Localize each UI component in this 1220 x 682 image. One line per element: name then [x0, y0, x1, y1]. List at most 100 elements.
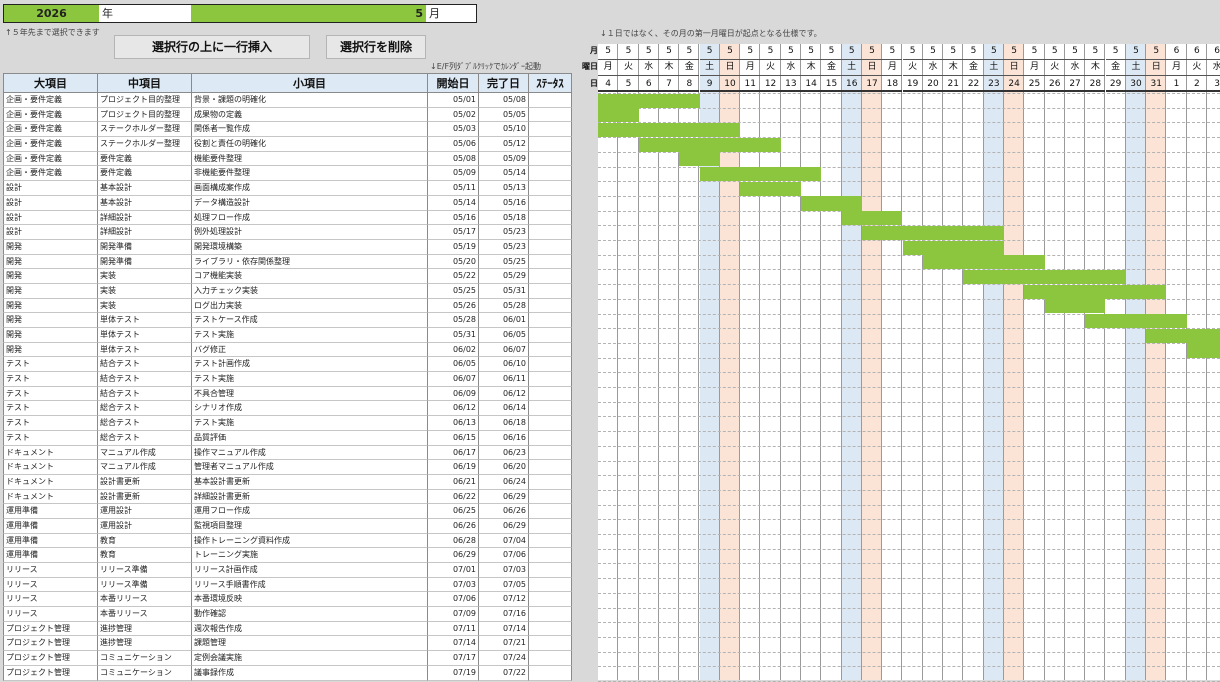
- cell-middle[interactable]: 総合テスト: [98, 430, 192, 446]
- cell-minor[interactable]: 画面構成案作成: [192, 181, 428, 196]
- cell-major[interactable]: 開発: [3, 254, 98, 270]
- cell-status[interactable]: [529, 665, 572, 681]
- cell-end[interactable]: 06/11: [479, 372, 529, 387]
- cell-middle[interactable]: 結合テスト: [98, 372, 192, 387]
- cell-start[interactable]: 06/25: [428, 504, 479, 519]
- cell-minor[interactable]: バグ修正: [192, 342, 428, 358]
- cell-middle[interactable]: 実装: [98, 283, 192, 299]
- cell-minor[interactable]: 機能要件整理: [192, 151, 428, 167]
- cell-status[interactable]: [529, 386, 572, 402]
- cell-status[interactable]: [529, 239, 572, 255]
- table-row[interactable]: ドキュメント 設計書更新 基本設計書更新 06/21 06/24: [3, 474, 572, 490]
- year-cell[interactable]: 2026: [3, 4, 100, 23]
- cell-start[interactable]: 06/29: [428, 548, 479, 563]
- cell-end[interactable]: 06/10: [479, 357, 529, 373]
- cell-minor[interactable]: 入力チェック実装: [192, 283, 428, 299]
- table-row[interactable]: 設計 基本設計 データ構造設計 05/14 05/16: [3, 195, 572, 211]
- cell-middle[interactable]: 教育: [98, 533, 192, 549]
- cell-end[interactable]: 06/16: [479, 430, 529, 446]
- table-row[interactable]: 開発 単体テスト テストケース作成 05/28 06/01: [3, 313, 572, 328]
- cell-major[interactable]: ドキュメント: [3, 445, 98, 461]
- cell-end[interactable]: 06/29: [479, 489, 529, 505]
- cell-middle[interactable]: 要件定義: [98, 151, 192, 167]
- cell-major[interactable]: リリース: [3, 577, 98, 593]
- table-row[interactable]: 企画・要件定義 ステークホルダー整理 関係者一覧作成 05/03 05/10: [3, 122, 572, 138]
- cell-major[interactable]: 開発: [3, 239, 98, 255]
- cell-status[interactable]: [529, 225, 572, 240]
- cell-start[interactable]: 05/08: [428, 151, 479, 167]
- cell-status[interactable]: [529, 563, 572, 578]
- cell-end[interactable]: 07/05: [479, 577, 529, 593]
- cell-middle[interactable]: 単体テスト: [98, 313, 192, 328]
- cell-status[interactable]: [529, 416, 572, 431]
- cell-major[interactable]: 運用準備: [3, 504, 98, 519]
- cell-minor[interactable]: 関係者一覧作成: [192, 122, 428, 138]
- cell-start[interactable]: 06/28: [428, 533, 479, 549]
- cell-end[interactable]: 07/21: [479, 636, 529, 652]
- cell-middle[interactable]: ステークホルダー整理: [98, 137, 192, 152]
- cell-status[interactable]: [529, 445, 572, 461]
- cell-status[interactable]: [529, 357, 572, 373]
- cell-status[interactable]: [529, 636, 572, 652]
- cell-start[interactable]: 05/19: [428, 239, 479, 255]
- cell-middle[interactable]: 設計書更新: [98, 474, 192, 490]
- cell-end[interactable]: 05/10: [479, 122, 529, 138]
- cell-start[interactable]: 06/02: [428, 342, 479, 358]
- cell-major[interactable]: 企画・要件定義: [3, 93, 98, 108]
- cell-status[interactable]: [529, 166, 572, 182]
- cell-minor[interactable]: 成果物の定義: [192, 107, 428, 123]
- cell-status[interactable]: [529, 181, 572, 196]
- cell-major[interactable]: 開発: [3, 269, 98, 284]
- cell-middle[interactable]: 単体テスト: [98, 328, 192, 343]
- cell-major[interactable]: プロジェクト管理: [3, 665, 98, 681]
- cell-major[interactable]: 企画・要件定義: [3, 107, 98, 123]
- table-row[interactable]: 企画・要件定義 プロジェクト目的整理 背景・課題の明確化 05/01 05/08: [3, 93, 572, 108]
- cell-major[interactable]: 設計: [3, 225, 98, 240]
- cell-status[interactable]: [529, 489, 572, 505]
- cell-major[interactable]: 企画・要件定義: [3, 151, 98, 167]
- cell-minor[interactable]: 非機能要件整理: [192, 166, 428, 182]
- cell-middle[interactable]: 進捗管理: [98, 621, 192, 637]
- cell-status[interactable]: [529, 210, 572, 226]
- cell-end[interactable]: 06/12: [479, 386, 529, 402]
- cell-minor[interactable]: ログ出力実装: [192, 298, 428, 314]
- cell-minor[interactable]: 役割と責任の明確化: [192, 137, 428, 152]
- table-row[interactable]: 企画・要件定義 ステークホルダー整理 役割と責任の明確化 05/06 05/12: [3, 137, 572, 152]
- table-row[interactable]: テスト 総合テスト テスト実施 06/13 06/18: [3, 416, 572, 431]
- cell-major[interactable]: 運用準備: [3, 548, 98, 563]
- cell-major[interactable]: 開発: [3, 342, 98, 358]
- cell-middle[interactable]: 実装: [98, 269, 192, 284]
- table-row[interactable]: 企画・要件定義 要件定義 機能要件整理 05/08 05/09: [3, 151, 572, 167]
- cell-start[interactable]: 05/02: [428, 107, 479, 123]
- cell-middle[interactable]: マニュアル作成: [98, 460, 192, 475]
- table-row[interactable]: 開発 実装 入力チェック実装 05/25 05/31: [3, 283, 572, 299]
- cell-minor[interactable]: テスト計画作成: [192, 357, 428, 373]
- cell-end[interactable]: 05/25: [479, 254, 529, 270]
- cell-start[interactable]: 05/01: [428, 93, 479, 108]
- cell-major[interactable]: 設計: [3, 195, 98, 211]
- cell-start[interactable]: 06/12: [428, 401, 479, 417]
- cell-major[interactable]: 開発: [3, 298, 98, 314]
- cell-status[interactable]: [529, 107, 572, 123]
- cell-end[interactable]: 05/18: [479, 210, 529, 226]
- cell-start[interactable]: 07/01: [428, 563, 479, 578]
- cell-minor[interactable]: テスト実施: [192, 328, 428, 343]
- cell-status[interactable]: [529, 592, 572, 608]
- cell-minor[interactable]: 管理者マニュアル作成: [192, 460, 428, 475]
- cell-status[interactable]: [529, 254, 572, 270]
- cell-start[interactable]: 05/03: [428, 122, 479, 138]
- cell-middle[interactable]: リリース準備: [98, 563, 192, 578]
- cell-major[interactable]: 開発: [3, 328, 98, 343]
- table-row[interactable]: プロジェクト管理 コミュニケーション 議事録作成 07/19 07/22: [3, 665, 572, 681]
- cell-status[interactable]: [529, 577, 572, 593]
- cell-minor[interactable]: ライブラリ・依存関係整理: [192, 254, 428, 270]
- cell-end[interactable]: 05/28: [479, 298, 529, 314]
- table-row[interactable]: 企画・要件定義 要件定義 非機能要件整理 05/09 05/14: [3, 166, 572, 182]
- cell-minor[interactable]: 操作トレーニング資料作成: [192, 533, 428, 549]
- cell-end[interactable]: 05/05: [479, 107, 529, 123]
- cell-major[interactable]: 開発: [3, 283, 98, 299]
- cell-start[interactable]: 06/09: [428, 386, 479, 402]
- cell-middle[interactable]: 詳細設計: [98, 225, 192, 240]
- cell-status[interactable]: [529, 93, 572, 108]
- cell-minor[interactable]: データ構造設計: [192, 195, 428, 211]
